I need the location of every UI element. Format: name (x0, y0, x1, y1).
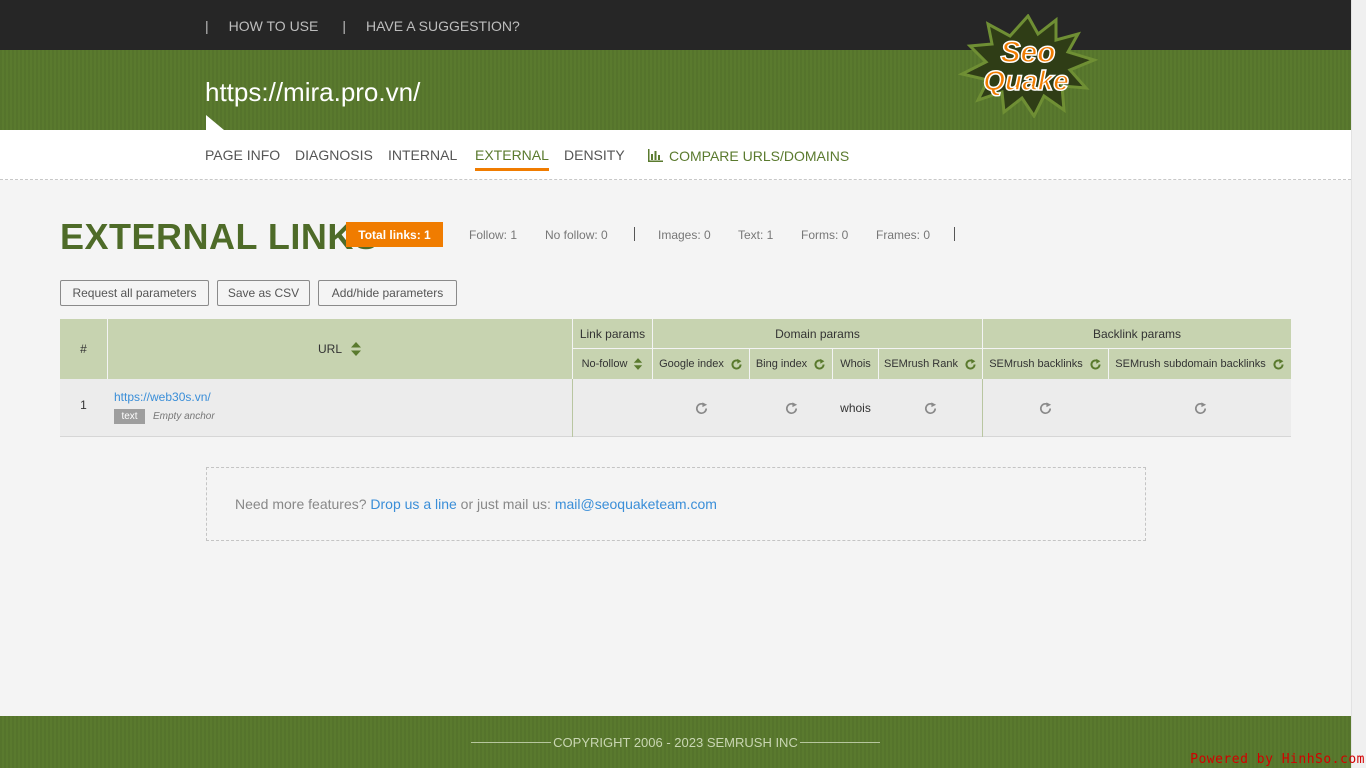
stat-images: Images: 0 (658, 228, 711, 242)
nav-separator: | (342, 18, 346, 34)
refresh-icon[interactable] (1038, 401, 1053, 416)
nofollow-header-label: No-follow (581, 358, 628, 370)
tab-compare-urls[interactable]: COMPARE URLS/DOMAINS (648, 148, 849, 164)
refresh-icon[interactable] (730, 358, 743, 371)
bar-chart-icon (648, 149, 663, 162)
nav-separator: | (205, 18, 209, 34)
column-header-google-index: Google index (653, 349, 749, 379)
column-header-bing-index: Bing index (750, 349, 832, 379)
semrush-rank-header-label: SEMrush Rank (884, 358, 958, 370)
feature-request-box: Need more features? Drop us a line or ju… (206, 467, 1146, 541)
column-header-whois: Whois (833, 349, 878, 379)
table-row: 1 https://web30s.vn/ text Empty anchor w… (60, 379, 1291, 437)
tab-external[interactable]: EXTERNAL (475, 147, 549, 171)
column-header-semrush-rank: SEMrush Rank (879, 349, 982, 379)
top-nav: | HOW TO USE | HAVE A SUGGESTION? (205, 18, 544, 34)
request-all-parameters-button[interactable]: Request all parameters (60, 280, 209, 306)
tab-bar: PAGE INFO DIAGNOSIS INTERNAL EXTERNAL DE… (0, 130, 1351, 180)
drop-us-a-line-link[interactable]: Drop us a line (370, 496, 456, 512)
sort-icon[interactable] (633, 357, 643, 371)
anchor-text: Empty anchor (153, 411, 215, 422)
column-header-url[interactable]: URL (108, 319, 572, 379)
header-pointer (206, 115, 224, 130)
column-header-semrush-backlinks: SEMrush backlinks (983, 349, 1108, 379)
stat-follow: Follow: 1 (469, 228, 518, 242)
logo-text-quake: Quake (983, 65, 1069, 96)
suggestion-link[interactable]: HAVE A SUGGESTION? (366, 18, 520, 34)
page-title: EXTERNAL LINKS (60, 216, 379, 257)
whois-link[interactable]: whois (833, 379, 878, 437)
semrush-rank-cell (879, 379, 982, 437)
tab-page-info[interactable]: PAGE INFO (205, 147, 280, 163)
semrush-backlinks-header-label: SEMrush backlinks (989, 358, 1083, 370)
group-header-link-params: Link params (573, 319, 652, 348)
group-header-domain-params: Domain params (653, 319, 982, 348)
add-hide-parameters-button[interactable]: Add/hide parameters (318, 280, 457, 306)
stat-divider (634, 227, 635, 241)
google-index-cell (653, 379, 749, 437)
footer: COPYRIGHT 2006 - 2023 SEMRUSH INC (0, 716, 1351, 768)
bing-index-cell (750, 379, 832, 437)
row-number: 1 (80, 398, 87, 412)
tab-density[interactable]: DENSITY (564, 147, 625, 163)
semrush-subdomain-backlinks-cell (1109, 379, 1291, 437)
refresh-icon[interactable] (784, 401, 799, 416)
email-link[interactable]: mail@seoquaketeam.com (555, 496, 717, 512)
column-header-nofollow[interactable]: No-follow (573, 349, 652, 379)
column-divider (572, 379, 573, 437)
stat-forms: Forms: 0 (801, 228, 849, 242)
total-links-badge: Total links: 1 (346, 222, 443, 247)
refresh-icon[interactable] (923, 401, 938, 416)
column-divider (982, 379, 983, 437)
refresh-icon[interactable] (813, 358, 826, 371)
feature-middle: or just mail us: (456, 496, 555, 512)
stat-frames: Frames: 0 (876, 228, 931, 242)
refresh-icon[interactable] (694, 401, 709, 416)
tab-compare-label: COMPARE URLS/DOMAINS (669, 148, 850, 164)
sort-icon[interactable] (350, 341, 362, 357)
stat-text: Text: 1 (738, 228, 774, 242)
external-links-table: # URL Link params Domain params Backlink… (60, 319, 1291, 437)
refresh-icon[interactable] (964, 358, 977, 371)
refresh-icon[interactable] (1272, 358, 1285, 371)
tab-internal[interactable]: INTERNAL (388, 147, 457, 163)
refresh-icon[interactable] (1193, 401, 1208, 416)
column-header-number: # (60, 319, 107, 379)
page-scrollbar[interactable] (1351, 0, 1366, 768)
site-url-title: https://mira.pro.vn/ (205, 77, 421, 107)
site-header: https://mira.pro.vn/ (0, 50, 1351, 130)
footer-divider (800, 742, 880, 743)
copyright-text: COPYRIGHT 2006 - 2023 SEMRUSH INC (553, 735, 798, 750)
link-type-tag: text (114, 409, 145, 424)
tab-diagnosis[interactable]: DIAGNOSIS (295, 147, 373, 163)
watermark: Powered by HinhSo.com (1190, 752, 1365, 767)
semrush-subdomain-backlinks-header-label: SEMrush subdomain backlinks (1115, 358, 1266, 370)
seoquake-logo: Seo Quake (958, 14, 1098, 118)
how-to-use-link[interactable]: HOW TO USE (229, 18, 319, 34)
group-header-backlink-params: Backlink params (983, 319, 1291, 348)
column-header-semrush-subdomain-backlinks: SEMrush subdomain backlinks (1109, 349, 1291, 379)
stat-nofollow: No follow: 0 (545, 228, 608, 242)
external-link-url[interactable]: https://web30s.vn/ (114, 390, 211, 404)
google-index-header-label: Google index (659, 358, 724, 370)
stat-divider (954, 227, 955, 241)
save-csv-button[interactable]: Save as CSV (217, 280, 310, 306)
semrush-backlinks-cell (983, 379, 1108, 437)
feature-prefix: Need more features? (235, 496, 371, 512)
url-header-label: URL (317, 342, 342, 356)
bing-index-header-label: Bing index (755, 358, 808, 370)
refresh-icon[interactable] (1089, 358, 1102, 371)
top-bar: | HOW TO USE | HAVE A SUGGESTION? (0, 0, 1351, 50)
